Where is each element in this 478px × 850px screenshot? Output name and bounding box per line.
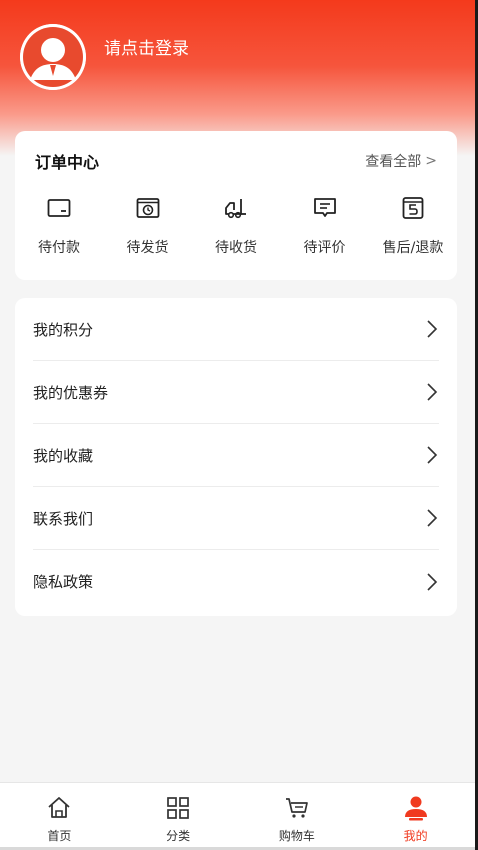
box-clock-icon xyxy=(136,198,159,218)
order-status-label: 待发货 xyxy=(126,240,169,256)
order-status-pending-shipment[interactable]: 待发货 xyxy=(104,195,192,257)
menu-item-label: 隐私政策 xyxy=(33,573,94,591)
order-status-label: 待评价 xyxy=(303,240,346,256)
order-status-label: 待收货 xyxy=(215,240,257,256)
menu-item-label: 联系我们 xyxy=(33,509,94,528)
view-all-orders-link[interactable]: 查看全部 > xyxy=(365,151,437,171)
grid-icon xyxy=(167,797,189,819)
order-status-label: 售后/退款 xyxy=(382,240,444,256)
profile-section[interactable]: 请点击登录 xyxy=(20,24,189,90)
menu-card: 我的积分 我的优惠券 我的收藏 联系我们 隐私政策 xyxy=(15,298,457,616)
menu-item-contact-us[interactable]: 联系我们 xyxy=(33,487,439,550)
bottom-tab-bar: 首页 分类 购物车 我的 xyxy=(0,782,475,850)
person-icon xyxy=(404,796,427,821)
chevron-right-icon xyxy=(425,572,439,592)
menu-item-label: 我的收藏 xyxy=(33,446,94,465)
menu-item-points[interactable]: 我的积分 xyxy=(33,298,439,361)
cart-icon xyxy=(285,798,308,818)
menu-item-label: 我的优惠券 xyxy=(33,383,109,402)
tab-mine[interactable]: 我的 xyxy=(356,783,475,850)
user-avatar-icon[interactable] xyxy=(20,24,86,90)
home-icon xyxy=(48,797,70,818)
tab-cart[interactable]: 购物车 xyxy=(238,783,357,850)
tab-category[interactable]: 分类 xyxy=(119,783,238,850)
chevron-right-icon xyxy=(425,445,439,465)
tab-label: 首页 xyxy=(47,829,72,843)
tab-label: 购物车 xyxy=(278,829,315,843)
comment-icon xyxy=(313,198,336,217)
order-center-card: 订单中心 查看全部 > 待付款 待发货 待收货 待评价 售后/退款 xyxy=(15,131,457,280)
order-status-pending-payment[interactable]: 待付款 xyxy=(15,195,103,257)
tab-label: 分类 xyxy=(166,829,191,843)
refund-icon xyxy=(402,197,424,219)
chevron-right-icon xyxy=(425,382,439,402)
order-center-title: 订单中心 xyxy=(35,153,100,172)
menu-item-favorites[interactable]: 我的收藏 xyxy=(33,424,439,487)
order-status-list: 待付款 待发货 待收货 待评价 售后/退款 xyxy=(15,195,457,257)
tab-label: 我的 xyxy=(403,829,428,843)
order-status-pending-review[interactable]: 待评价 xyxy=(281,195,369,257)
order-center-header: 订单中心 查看全部 > xyxy=(15,131,457,191)
menu-item-privacy-policy[interactable]: 隐私政策 xyxy=(33,550,439,613)
order-status-label: 待付款 xyxy=(38,240,80,256)
login-link[interactable]: 请点击登录 xyxy=(104,34,189,59)
chevron-right-icon xyxy=(425,319,439,339)
wallet-icon xyxy=(47,199,71,217)
chevron-right-icon: > xyxy=(425,153,437,169)
view-all-label: 查看全部 xyxy=(365,154,422,170)
truck-icon xyxy=(225,199,246,219)
chevron-right-icon xyxy=(425,508,439,528)
order-status-pending-receipt[interactable]: 待收货 xyxy=(192,195,280,257)
menu-item-label: 我的积分 xyxy=(33,320,94,339)
order-status-after-sales[interactable]: 售后/退款 xyxy=(369,195,457,257)
tab-home[interactable]: 首页 xyxy=(0,783,119,850)
menu-item-coupons[interactable]: 我的优惠券 xyxy=(33,361,439,424)
